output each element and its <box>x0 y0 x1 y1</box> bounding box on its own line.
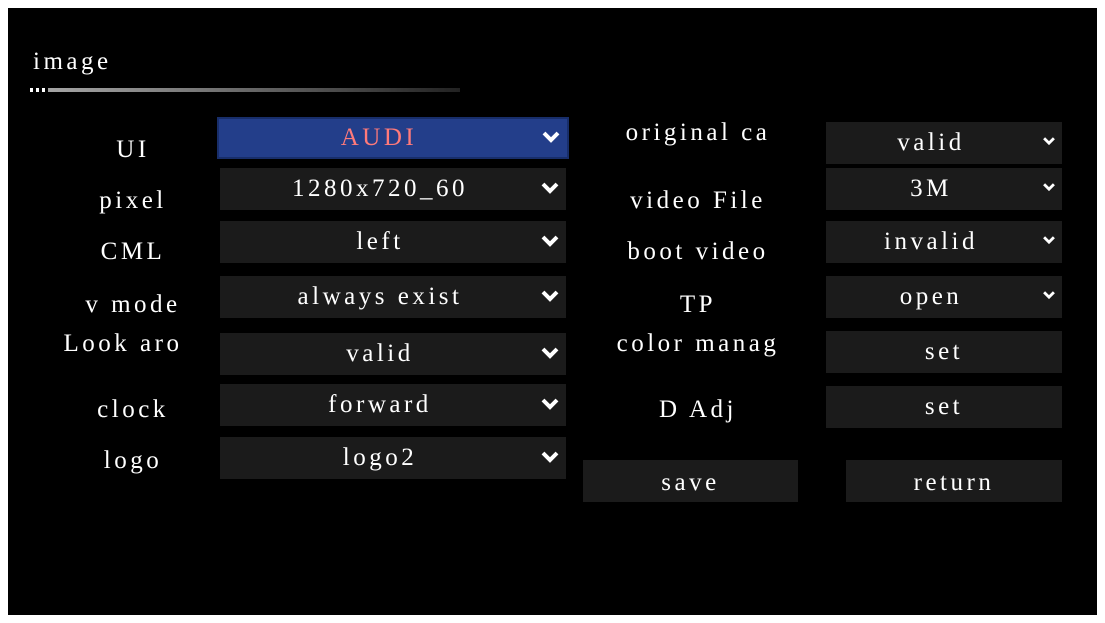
pixel-label: pixel <box>99 187 167 214</box>
chevron-down-icon <box>541 130 561 144</box>
d-adj-button[interactable]: set <box>826 386 1062 428</box>
ui-dropdown[interactable]: AUDI <box>217 117 569 159</box>
logo-dropdown[interactable]: logo2 <box>220 437 566 479</box>
d-adj-value: set <box>924 393 964 420</box>
pixel-dropdown[interactable]: 1280x720_60 <box>220 168 566 210</box>
page-title: image <box>33 48 112 75</box>
tp-value: open <box>899 283 963 310</box>
clock-label: clock <box>97 396 169 423</box>
original-camera-dropdown[interactable]: valid <box>826 122 1062 164</box>
save-button[interactable]: save <box>583 460 798 502</box>
look-around-label: Look aro <box>63 330 183 357</box>
boot-video-dropdown[interactable]: invalid <box>826 221 1062 263</box>
tp-label: TP <box>679 291 717 318</box>
color-manage-button[interactable]: set <box>826 331 1062 373</box>
v-mode-dropdown[interactable]: always exist <box>220 276 566 318</box>
look-around-dropdown[interactable]: valid <box>220 333 566 375</box>
v-mode-label: v mode <box>85 291 181 318</box>
logo-label: logo <box>103 447 163 474</box>
cml-dropdown[interactable]: left <box>220 221 566 263</box>
chevron-down-icon <box>1042 234 1056 246</box>
original-camera-label: original ca <box>625 119 771 146</box>
d-adj-label: D Adj <box>659 396 737 423</box>
boot-video-label: boot video <box>627 238 769 265</box>
color-manage-value: set <box>924 338 964 365</box>
cml-label: CML <box>100 238 166 265</box>
settings-screen: image UI AUDI pixel 1280x720_60 CML left… <box>8 8 1097 615</box>
chevron-down-icon <box>1042 289 1056 301</box>
cml-value: left <box>356 228 404 255</box>
pixel-value: 1280x720_60 <box>292 175 468 202</box>
chevron-down-icon <box>540 346 560 360</box>
chevron-down-icon <box>540 181 560 195</box>
video-file-label: video File <box>630 187 766 214</box>
ui-value: AUDI <box>340 124 418 151</box>
title-divider <box>30 88 460 92</box>
boot-video-value: invalid <box>884 228 978 255</box>
ui-label: UI <box>116 136 150 163</box>
chevron-down-icon <box>540 450 560 464</box>
original-camera-value: valid <box>897 129 965 156</box>
look-around-value: valid <box>346 340 414 367</box>
clock-dropdown[interactable]: forward <box>220 384 566 426</box>
logo-value: logo2 <box>342 444 418 471</box>
video-file-dropdown[interactable]: 3M <box>826 168 1062 210</box>
chevron-down-icon <box>540 234 560 248</box>
chevron-down-icon <box>540 397 560 411</box>
chevron-down-icon <box>540 289 560 303</box>
video-file-value: 3M <box>910 175 952 202</box>
return-button[interactable]: return <box>846 460 1062 502</box>
clock-value: forward <box>328 391 432 418</box>
chevron-down-icon <box>1042 181 1056 193</box>
v-mode-value: always exist <box>297 283 463 310</box>
chevron-down-icon <box>1042 135 1056 147</box>
tp-dropdown[interactable]: open <box>826 276 1062 318</box>
color-manage-label: color manag <box>616 330 780 357</box>
